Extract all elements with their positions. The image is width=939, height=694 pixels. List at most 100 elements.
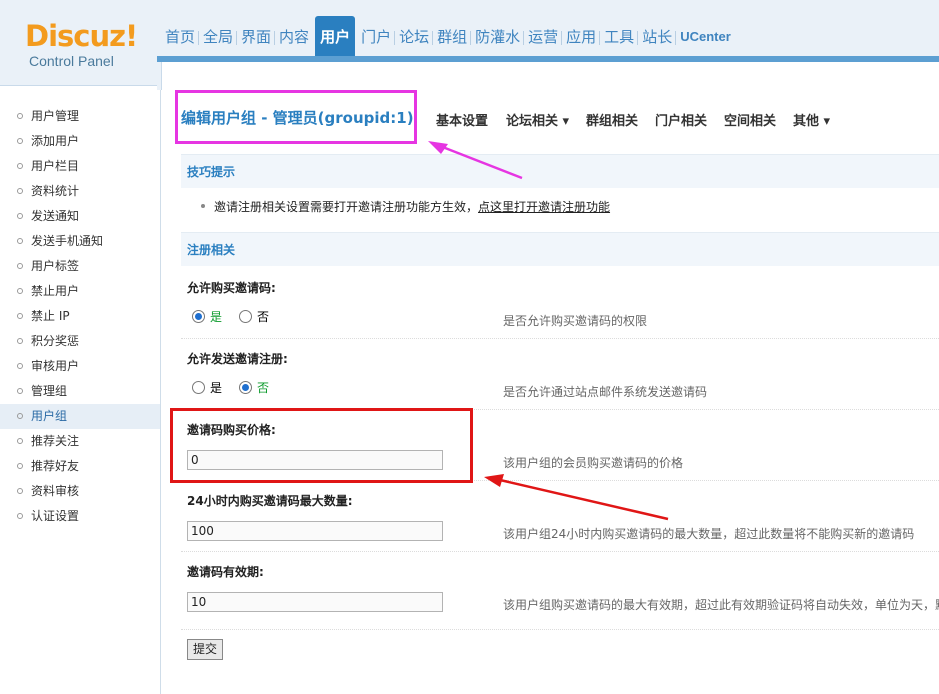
sidebar-item-13[interactable]: 推荐关注 [0, 429, 160, 454]
sidebar-item-16[interactable]: 认证设置 [0, 504, 160, 529]
send-invite-desc: 是否允许通过站点邮件系统发送邀请码 [503, 385, 708, 399]
sidebar-item-label: 用户组 [31, 409, 68, 423]
invite-price-desc: 该用户组的会员购买邀请码的价格 [503, 456, 684, 470]
circle-bullet-icon [17, 413, 23, 419]
circle-bullet-icon [17, 263, 23, 269]
nav-item-13[interactable]: UCenter [675, 16, 735, 56]
nav-item-1[interactable]: 全局 [198, 16, 237, 56]
sidebar-item-label: 发送通知 [31, 209, 80, 223]
header-blank-strip [161, 62, 939, 90]
sidebar-item-7[interactable]: 禁止用户 [0, 279, 160, 304]
sidebar-item-label: 发送手机通知 [31, 234, 104, 248]
invite-expire-row [181, 552, 939, 630]
sidebar-item-label: 添加用户 [31, 134, 80, 148]
sidebar-item-2[interactable]: 用户栏目 [0, 154, 160, 179]
nav-item-6[interactable]: 论坛 [394, 16, 433, 56]
tab-group-related[interactable]: 群组相关 [586, 110, 638, 129]
sidebar-item-label: 管理组 [31, 384, 68, 398]
nav-item-12[interactable]: 站长 [637, 16, 676, 56]
circle-bullet-icon [17, 438, 23, 444]
sidebar-item-label: 审核用户 [31, 359, 80, 373]
tab-portal-related[interactable]: 门户相关 [655, 110, 707, 129]
sidebar-item-4[interactable]: 发送通知 [0, 204, 160, 229]
annotation-box-title [175, 90, 417, 144]
radio-icon[interactable] [192, 381, 205, 394]
circle-bullet-icon [17, 313, 23, 319]
header: Discuz! Control Panel 首页 全局 界面 内容 用户 门户 论坛 群组 防灌… [0, 0, 939, 90]
nav-item-9[interactable]: 运营 [523, 16, 562, 56]
submit-button[interactable]: 提交 [187, 639, 223, 660]
nav-item-2[interactable]: 界面 [236, 16, 275, 56]
annotation-box-price [170, 408, 473, 483]
sidebar-item-label: 推荐关注 [31, 434, 80, 448]
sidebar-item-1[interactable]: 添加用户 [0, 129, 160, 154]
logo-subtitle: Control Panel [29, 53, 114, 69]
nav-item-8[interactable]: 防灌水 [470, 16, 524, 56]
circle-bullet-icon [17, 363, 23, 369]
nav-item-7[interactable]: 群组 [432, 16, 471, 56]
send-invite-yes[interactable]: 是 [192, 379, 222, 396]
circle-bullet-icon [17, 213, 23, 219]
sidebar-menu: 用户管理添加用户用户栏目 资料统计发送通知发送手机通知 用户标签禁止用户禁止 IP 积… [0, 104, 160, 529]
buy-invite-desc: 是否允许购买邀请码的权限 [503, 314, 648, 328]
nav-item-4[interactable]: 用户 [315, 16, 356, 56]
radio-icon[interactable] [239, 310, 252, 323]
max-buy-input[interactable]: 100 [187, 521, 443, 541]
radio-icon[interactable] [192, 310, 205, 323]
enable-invite-link[interactable]: 点这里打开邀请注册功能 [478, 200, 610, 214]
sidebar-item-5[interactable]: 发送手机通知 [0, 229, 160, 254]
sidebar-item-8[interactable]: 禁止 IP [0, 304, 160, 329]
sidebar-item-label: 推荐好友 [31, 459, 80, 473]
nav-item-0[interactable]: 首页 [161, 16, 199, 56]
tab-forum-related[interactable]: 论坛相关 ▾ [506, 110, 569, 129]
invite-expire-desc: 该用户组购买邀请码的最大有效期，超过此有效期验证码将自动失效，单位为天，默 [503, 598, 939, 612]
sidebar-item-12[interactable]: 用户组 [0, 404, 160, 429]
circle-bullet-icon [17, 463, 23, 469]
sidebar-item-label: 用户标签 [31, 259, 80, 273]
nav-item-5[interactable]: 门户 [357, 16, 395, 56]
buy-invite-label: 允许购买邀请码: [187, 281, 276, 295]
invite-expire-label: 邀请码有效期: [187, 565, 264, 579]
sidebar-item-label: 用户管理 [31, 109, 80, 123]
logo[interactable]: Discuz! Control Panel [0, 0, 157, 86]
send-invite-no[interactable]: 否 [239, 379, 269, 396]
nav-item-10[interactable]: 应用 [561, 16, 600, 56]
sidebar-item-0[interactable]: 用户管理 [0, 104, 160, 129]
sidebar-item-label: 禁止用户 [31, 284, 80, 298]
nav-item-3[interactable]: 内容 [274, 16, 313, 56]
nav-item-11[interactable]: 工具 [599, 16, 638, 56]
sidebar-item-label: 资料审核 [31, 484, 80, 498]
sidebar-item-3[interactable]: 资料统计 [0, 179, 160, 204]
radio-icon[interactable] [239, 381, 252, 394]
circle-bullet-icon [17, 188, 23, 194]
sidebar-item-9[interactable]: 积分奖惩 [0, 329, 160, 354]
logo-wordmark: Discuz! [25, 19, 138, 53]
sidebar-item-6[interactable]: 用户标签 [0, 254, 160, 279]
circle-bullet-icon [17, 338, 23, 344]
sidebar: 用户管理添加用户用户栏目 资料统计发送通知发送手机通知 用户标签禁止用户禁止 IP 积… [0, 90, 161, 694]
invite-expire-input[interactable]: 10 [187, 592, 443, 612]
circle-bullet-icon [17, 288, 23, 294]
circle-bullet-icon [17, 163, 23, 169]
sidebar-item-label: 禁止 IP [31, 309, 70, 323]
max-buy-desc: 该用户组24小时内购买邀请码的最大数量，超过此数量将不能购买新的邀请码 [503, 527, 915, 541]
sidebar-item-10[interactable]: 审核用户 [0, 354, 160, 379]
main-content: 编辑用户组 - 管理员(groupid:1) 基本设置 论坛相关 ▾ 群组相关 … [161, 90, 939, 694]
send-invite-label: 允许发送邀请注册: [187, 352, 288, 366]
tip-item: 邀请注册相关设置需要打开邀请注册功能方生效，点这里打开邀请注册功能 [181, 189, 939, 225]
circle-bullet-icon [17, 513, 23, 519]
tab-basic-settings[interactable]: 基本设置 [436, 110, 488, 129]
circle-bullet-icon [17, 138, 23, 144]
max-buy-label: 24小时内购买邀请码最大数量: [187, 494, 353, 508]
buy-invite-yes[interactable]: 是 [192, 308, 222, 325]
buy-invite-no[interactable]: 否 [239, 308, 269, 325]
tab-space-related[interactable]: 空间相关 [724, 110, 776, 129]
top-nav: 首页 全局 界面 内容 用户 门户 论坛 群组 防灌水 运营 应用 工具 站长 UCenter [161, 16, 735, 56]
top-navigation-bar: 首页 全局 界面 内容 用户 门户 论坛 群组 防灌水 运营 应用 工具 站长 UCenter [157, 0, 939, 90]
tab-other[interactable]: 其他 ▾ [793, 110, 830, 129]
sidebar-item-14[interactable]: 推荐好友 [0, 454, 160, 479]
sidebar-item-11[interactable]: 管理组 [0, 379, 160, 404]
circle-bullet-icon [17, 113, 23, 119]
sidebar-item-15[interactable]: 资料审核 [0, 479, 160, 504]
register-heading: 注册相关 [181, 232, 939, 266]
